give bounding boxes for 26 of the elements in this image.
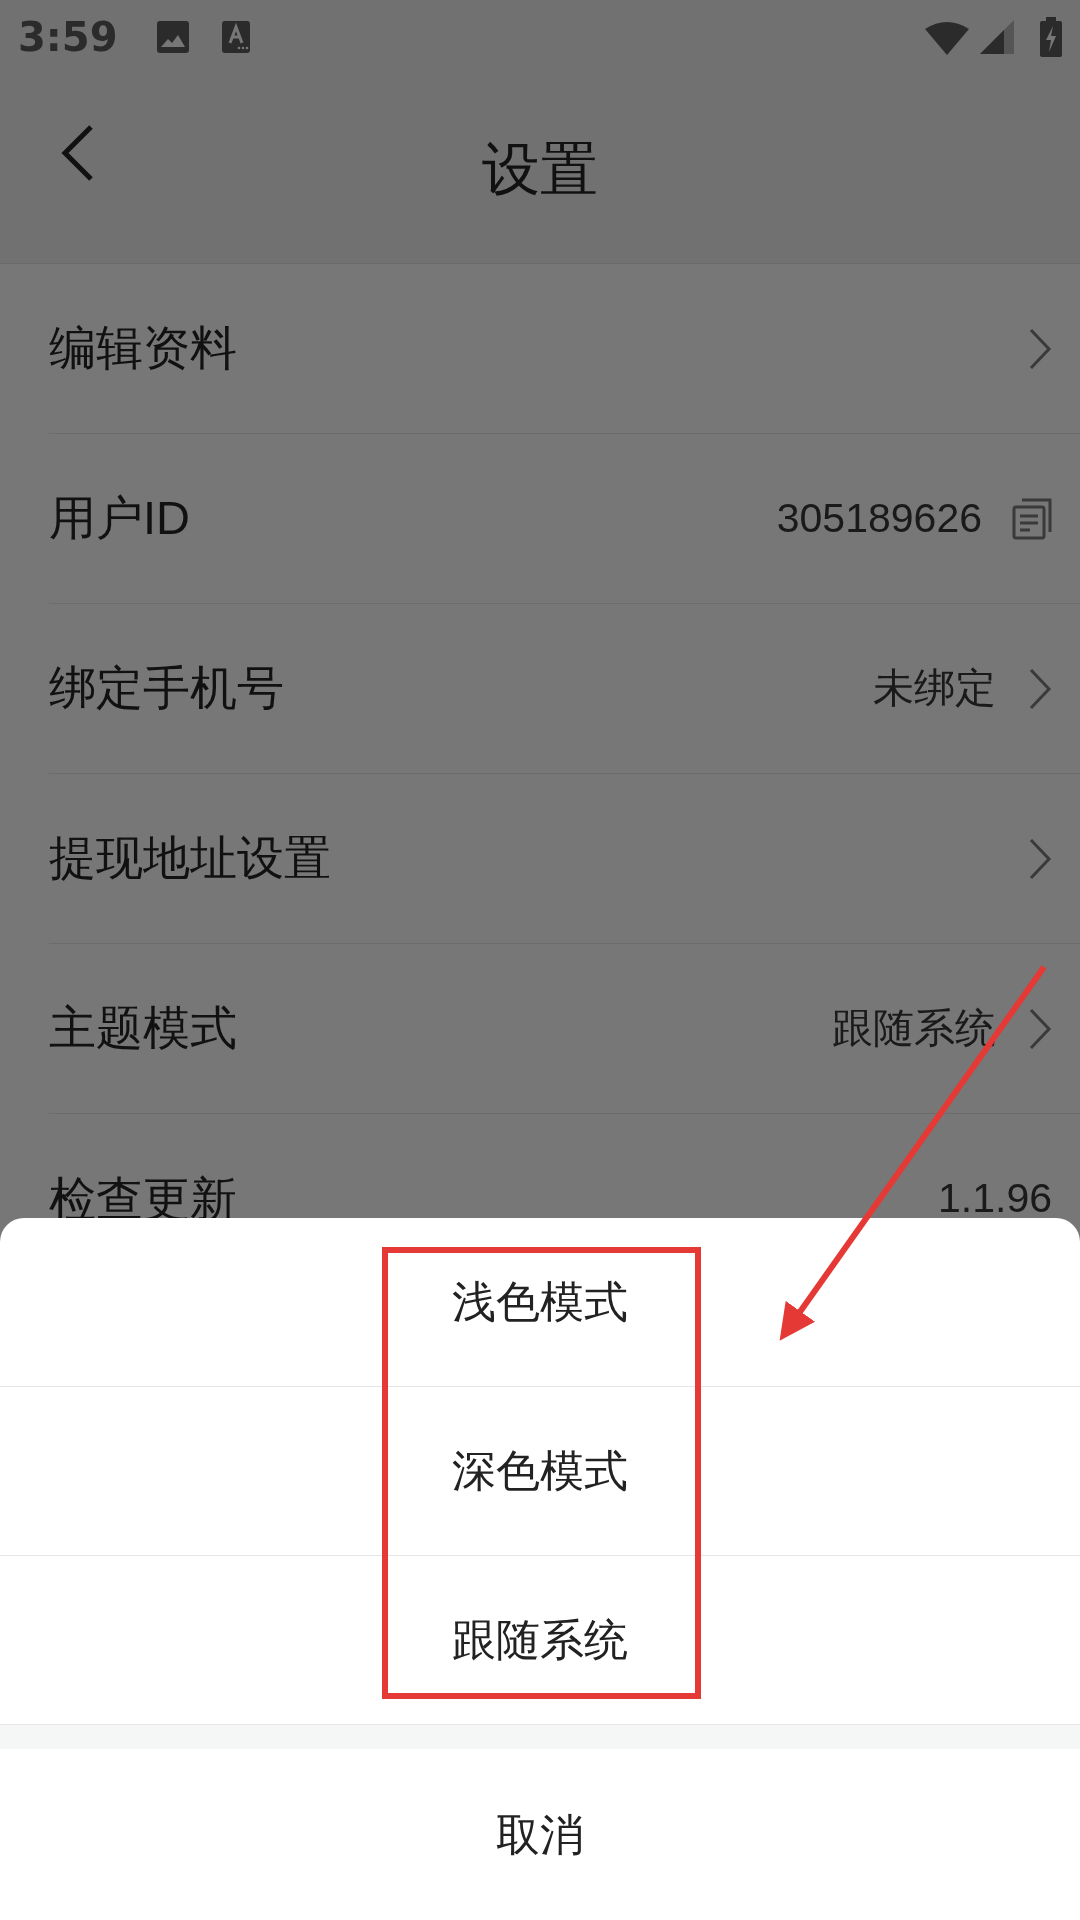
row-label: 用户ID — [49, 490, 191, 547]
row-label: 提现地址设置 — [49, 830, 332, 887]
status-time: 3:59 — [18, 12, 118, 62]
row-label: 主题模式 — [49, 1000, 238, 1057]
battery-icon — [1040, 16, 1062, 57]
settings-row[interactable]: 用户ID 305189626 — [49, 434, 1080, 604]
row-label: 编辑资料 — [49, 320, 238, 377]
settings-row[interactable]: 绑定手机号 未绑定 — [49, 604, 1080, 774]
chevron-icon — [1028, 326, 1052, 371]
row-label: 绑定手机号 — [49, 660, 285, 717]
settings-row[interactable]: 提现地址设置 — [49, 774, 1080, 944]
cancel-button[interactable]: 取消 — [0, 1749, 1080, 1920]
settings-row[interactable]: 编辑资料 — [49, 264, 1080, 434]
back-icon — [60, 124, 94, 182]
page-title: 设置 — [482, 134, 598, 203]
signal-icon — [980, 19, 1014, 54]
chevron-icon — [1028, 836, 1052, 881]
image-icon — [155, 19, 190, 54]
copy-icon[interactable] — [1012, 497, 1052, 540]
chevron-icon — [1028, 666, 1052, 711]
theme-option[interactable]: 深色模式 — [0, 1387, 1080, 1556]
font-icon — [221, 20, 250, 53]
row-value: 未绑定 — [873, 663, 996, 713]
theme-option[interactable]: 浅色模式 — [0, 1218, 1080, 1387]
chevron-icon — [1028, 1006, 1052, 1051]
row-value: 305189626 — [776, 493, 982, 543]
